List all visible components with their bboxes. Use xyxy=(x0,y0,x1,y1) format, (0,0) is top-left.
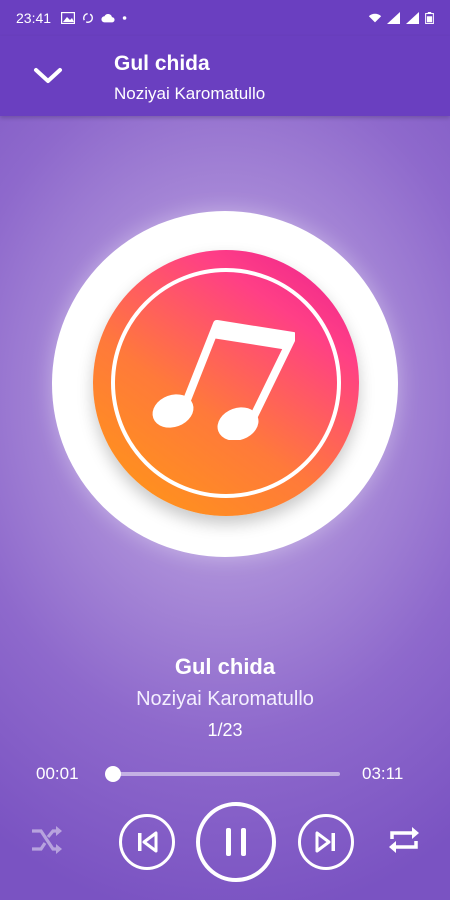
elapsed-time: 00:01 xyxy=(36,764,79,783)
image-icon xyxy=(61,12,76,24)
wifi-icon xyxy=(368,13,382,23)
player-header: Gul chida Noziyai Karomatullo xyxy=(0,36,450,116)
seek-bar[interactable] xyxy=(105,766,340,782)
repeat-icon xyxy=(389,827,419,853)
signal-icon xyxy=(387,12,400,24)
chevron-down-icon xyxy=(34,68,62,83)
skip-previous-icon xyxy=(138,831,158,853)
repeat-button[interactable] xyxy=(384,820,424,860)
header-artist-name: Noziyai Karomatullo xyxy=(114,84,266,103)
seek-thumb[interactable] xyxy=(105,766,122,782)
play-pause-button[interactable] xyxy=(196,802,276,882)
battery-icon xyxy=(425,12,434,24)
pause-icon xyxy=(226,828,246,856)
skip-next-icon xyxy=(315,831,335,853)
sync-icon xyxy=(83,13,94,23)
shuffle-button[interactable] xyxy=(26,820,66,860)
previous-button[interactable] xyxy=(119,814,175,870)
status-left: 23:41 xyxy=(16,10,131,26)
next-button[interactable] xyxy=(298,814,354,870)
total-time: 03:11 xyxy=(362,764,404,783)
status-bar: 23:41 xyxy=(0,0,450,36)
cloud-icon xyxy=(101,13,115,23)
shuffle-icon xyxy=(32,826,62,854)
header-song-title: Gul chida xyxy=(114,52,210,75)
song-title: Gul chida xyxy=(174,654,276,679)
music-note-icon xyxy=(152,320,295,440)
status-right xyxy=(368,12,434,24)
dot-icon xyxy=(122,16,127,20)
track-position: 1/23 xyxy=(207,720,243,740)
signal-icon xyxy=(406,12,419,24)
status-time: 23:41 xyxy=(16,10,52,26)
song-artist: Noziyai Karomatullo xyxy=(136,688,314,710)
album-art xyxy=(93,250,359,516)
collapse-button[interactable] xyxy=(22,56,74,96)
